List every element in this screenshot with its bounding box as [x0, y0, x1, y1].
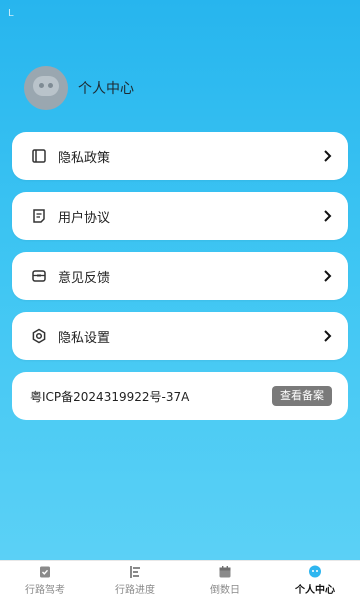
status-indicator: L — [8, 8, 14, 19]
menu-privacy-settings[interactable]: 隐私设置 — [12, 312, 348, 360]
menu-label: 用户协议 — [58, 210, 111, 226]
menu-privacy-policy[interactable]: 隐私政策 — [12, 132, 348, 180]
tab-countdown[interactable]: 倒数日 — [180, 561, 270, 600]
calendar-icon — [218, 565, 232, 579]
profile-bubble-icon — [308, 565, 322, 579]
gear-icon — [30, 327, 48, 345]
progress-bars-icon — [128, 565, 142, 579]
icp-number: 粤ICP备2024319922号-37A — [30, 389, 190, 404]
tab-driving-test[interactable]: 行路驾考 — [0, 561, 90, 600]
document-icon — [30, 207, 48, 225]
menu-user-agreement[interactable]: 用户协议 — [12, 192, 348, 240]
tab-label: 行路进度 — [115, 585, 155, 596]
tab-label: 个人中心 — [295, 585, 335, 596]
tab-label: 倒数日 — [210, 585, 240, 596]
icp-record-card: 粤ICP备2024319922号-37A 查看备案 — [12, 372, 348, 420]
clipboard-check-icon — [38, 565, 52, 579]
tab-label: 行路驾考 — [25, 585, 65, 596]
chevron-right-icon — [320, 329, 334, 343]
avatar[interactable] — [24, 66, 68, 110]
chevron-right-icon — [320, 269, 334, 283]
view-record-button[interactable]: 查看备案 — [272, 386, 332, 406]
feedback-box-icon — [30, 267, 48, 285]
chevron-right-icon — [320, 209, 334, 223]
profile-title: 个人中心 — [78, 81, 134, 97]
menu-label: 隐私政策 — [58, 150, 111, 166]
menu-label: 意见反馈 — [58, 270, 111, 286]
menu-feedback[interactable]: 意见反馈 — [12, 252, 348, 300]
menu-label: 隐私设置 — [58, 330, 111, 346]
profile-header[interactable]: 个人中心 — [24, 66, 134, 110]
bottom-tab-bar: 行路驾考 行路进度 倒数日 个人中心 — [0, 560, 360, 600]
tab-profile[interactable]: 个人中心 — [270, 561, 360, 600]
chevron-right-icon — [320, 149, 334, 163]
book-icon — [30, 147, 48, 165]
tab-progress[interactable]: 行路进度 — [90, 561, 180, 600]
